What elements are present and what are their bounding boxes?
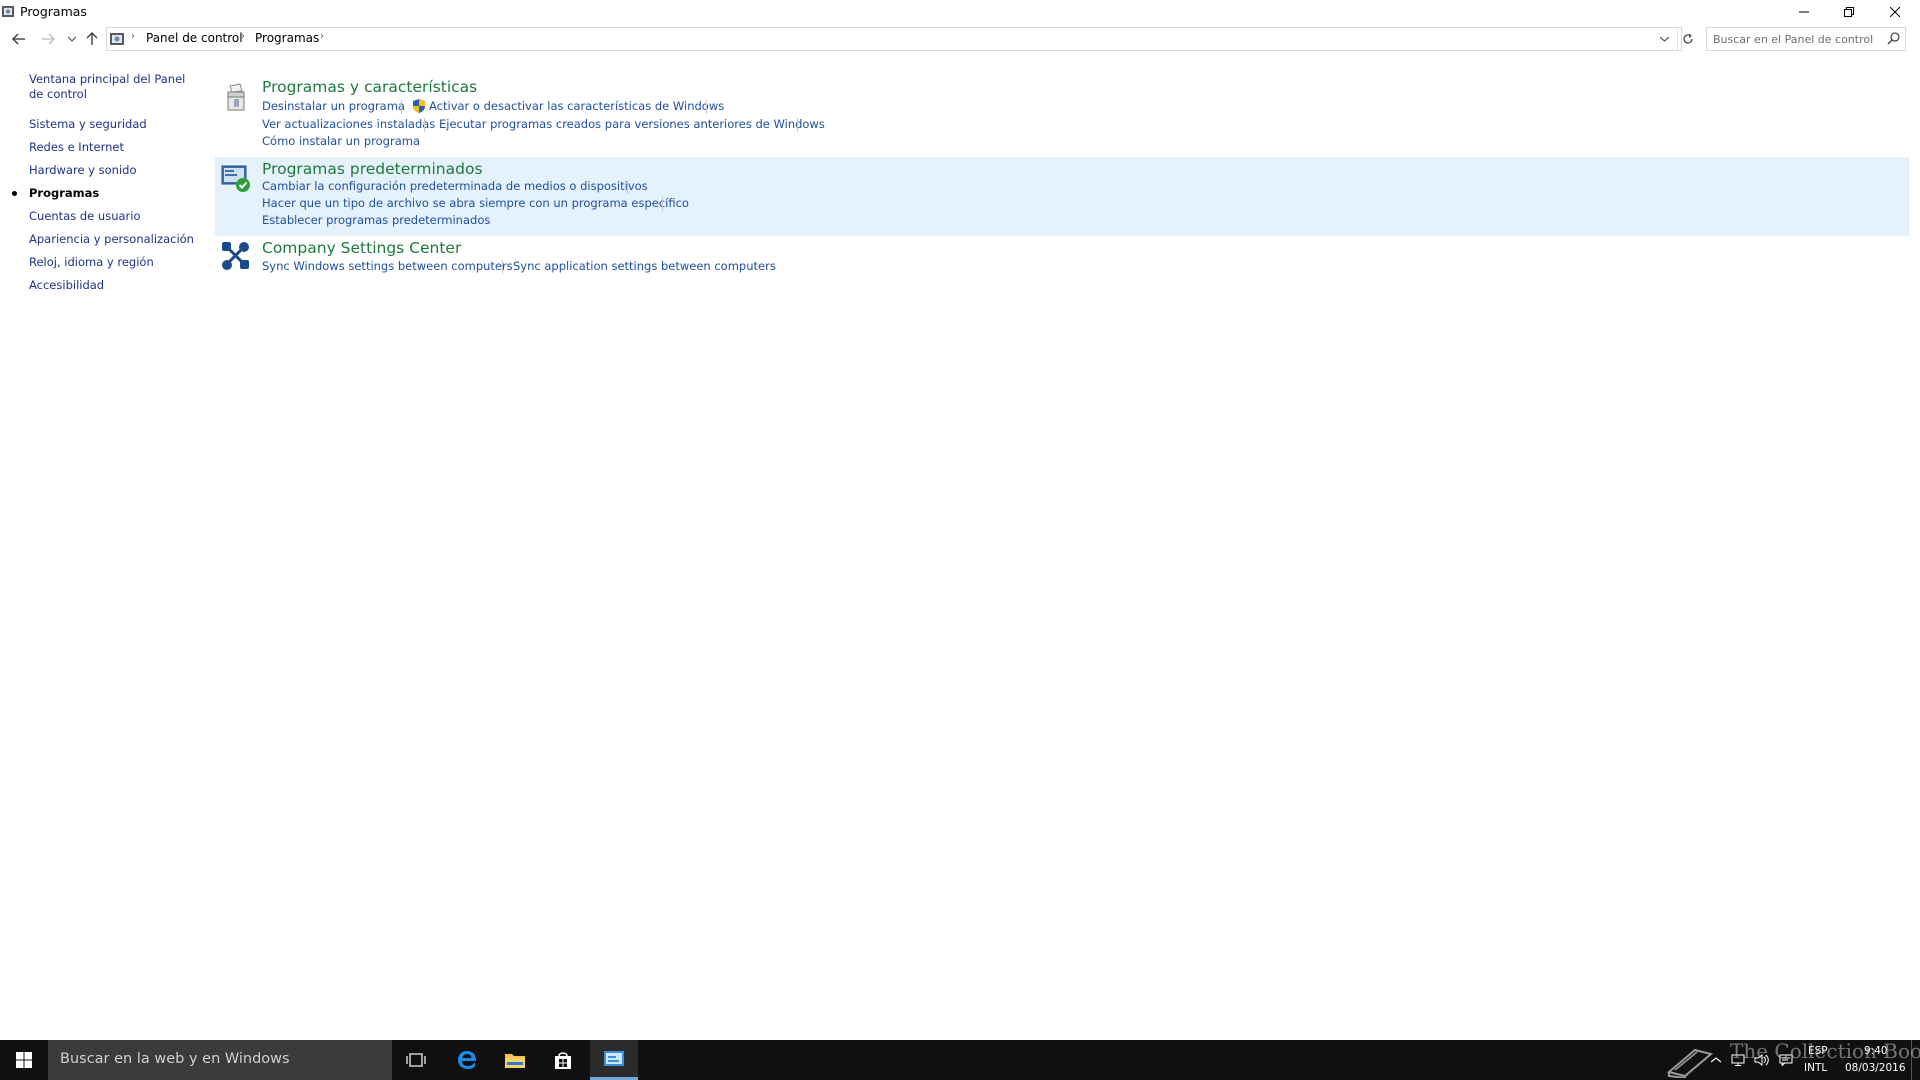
control-panel-taskbar-button[interactable] <box>590 1040 638 1080</box>
sidebar-item-apariencia[interactable]: Apariencia y personalización <box>29 232 194 247</box>
sidebar-item-hardware-y-sonido[interactable]: Hardware y sonido <box>29 163 137 178</box>
close-icon <box>1890 7 1900 17</box>
arrow-left-icon <box>12 33 25 45</box>
link-separator <box>502 260 503 274</box>
section-company-settings-center: Company Settings Center Sync Windows set… <box>215 239 1909 280</box>
default-programs-icon <box>221 165 250 192</box>
arrow-right-icon <box>42 33 55 45</box>
control-panel-icon <box>110 33 124 45</box>
navigation-bar: › Panel de control › Programas › <box>0 27 1920 51</box>
keyboard-layout[interactable]: INTL <box>1804 1062 1827 1074</box>
link-separator <box>797 118 798 132</box>
desinstalar-programa-link[interactable]: Desinstalar un programa <box>262 99 405 113</box>
arrow-up-icon <box>86 32 98 45</box>
programs-box-icon <box>227 83 245 111</box>
current-item-bullet-icon <box>12 191 17 196</box>
search-box[interactable] <box>1706 27 1906 51</box>
company-settings-icon <box>222 242 249 270</box>
sidebar-item-reloj-idioma-region[interactable]: Reloj, idioma y región <box>29 255 154 270</box>
link-separator <box>424 118 425 132</box>
sidebar-item-redes-e-internet[interactable]: Redes e Internet <box>29 140 124 155</box>
edge-browser-button[interactable] <box>443 1040 491 1080</box>
sidebar-item-programas[interactable]: Programas <box>29 186 99 201</box>
restore-button[interactable] <box>1826 0 1872 24</box>
watermark-text: The Collection Book <box>1730 1039 1920 1063</box>
chevron-down-icon <box>1659 36 1669 42</box>
link-separator <box>401 100 402 114</box>
restore-icon <box>1844 7 1854 17</box>
ver-actualizaciones-link[interactable]: Ver actualizaciones instaladas <box>262 117 435 131</box>
company-settings-center-title[interactable]: Company Settings Center <box>262 239 461 257</box>
uac-shield-icon <box>413 99 425 113</box>
window-title: Programas <box>20 4 87 19</box>
search-icon[interactable] <box>1887 31 1901 45</box>
start-button[interactable] <box>0 1040 48 1080</box>
address-history-button[interactable] <box>1657 31 1671 47</box>
task-view-icon <box>406 1053 426 1067</box>
control-panel-icon <box>604 1050 624 1066</box>
tipo-de-archivo-link[interactable]: Hacer que un tipo de archivo se abra sie… <box>262 196 689 210</box>
recent-locations-button[interactable] <box>62 29 82 49</box>
folder-icon <box>505 1054 525 1068</box>
search-input[interactable] <box>1711 30 1883 48</box>
minimize-icon <box>1799 11 1809 13</box>
sync-application-settings-link[interactable]: Sync application settings between comput… <box>513 259 776 273</box>
taskbar-search-text: Buscar en la web y en Windows <box>60 1051 290 1067</box>
windows-logo-icon <box>16 1052 32 1068</box>
breadcrumb-separator-icon[interactable]: › <box>320 31 324 42</box>
breadcrumb-separator-icon[interactable]: › <box>241 31 245 42</box>
forward-button[interactable] <box>38 29 58 49</box>
breadcrumb-panel-de-control[interactable]: Panel de control <box>146 31 243 45</box>
store-button[interactable] <box>539 1040 587 1080</box>
close-button[interactable] <box>1872 0 1918 24</box>
link-separator <box>662 197 663 211</box>
clock-date[interactable]: 08/03/2016 <box>1845 1062 1906 1074</box>
store-icon <box>555 1052 571 1069</box>
edge-icon <box>458 1051 477 1069</box>
chevron-down-icon <box>68 36 76 42</box>
refresh-icon <box>1683 33 1693 44</box>
programas-predeterminados-title[interactable]: Programas predeterminados <box>262 160 483 178</box>
link-separator <box>627 180 628 194</box>
link-separator <box>706 100 707 114</box>
address-bar[interactable]: › Panel de control › Programas › <box>106 27 1693 51</box>
file-explorer-button[interactable] <box>491 1040 539 1080</box>
sync-windows-settings-link[interactable]: Sync Windows settings between computers <box>262 259 513 273</box>
cambiar-configuracion-medios-link[interactable]: Cambiar la configuración predeterminada … <box>262 179 648 193</box>
task-view-button[interactable] <box>392 1040 440 1080</box>
minimize-button[interactable] <box>1781 0 1827 24</box>
activar-caracteristicas-windows-link[interactable]: Activar o desactivar las características… <box>429 99 724 113</box>
section-programas-y-caracteristicas: Programas y características Desinstalar … <box>215 76 1909 152</box>
section-programas-predeterminados: Programas predeterminados Cambiar la con… <box>215 157 1909 236</box>
como-instalar-link[interactable]: Cómo instalar un programa <box>262 134 420 148</box>
tray-overflow-button[interactable] <box>1706 1040 1726 1080</box>
ejecutar-programas-anteriores-link[interactable]: Ejecutar programas creados para versione… <box>439 117 825 131</box>
control-panel-icon <box>2 6 14 17</box>
breadcrumb-programas[interactable]: Programas <box>255 31 319 45</box>
title-bar: Programas <box>0 0 1920 24</box>
sidebar-item-accesibilidad[interactable]: Accesibilidad <box>29 278 104 293</box>
sidebar-item-home[interactable]: Ventana principal del Panel de control <box>29 72 199 102</box>
breadcrumb-separator-icon[interactable]: › <box>131 31 135 42</box>
taskbar: Buscar en la web y en Windows ESP INTL 9… <box>0 1040 1920 1080</box>
back-button[interactable] <box>9 29 29 49</box>
taskbar-search-box[interactable]: Buscar en la web y en Windows <box>48 1040 392 1080</box>
establecer-programas-link[interactable]: Establecer programas predeterminados <box>262 213 490 227</box>
programas-y-caracteristicas-title[interactable]: Programas y características <box>262 78 477 96</box>
chevron-up-icon <box>1711 1057 1721 1063</box>
sidebar-item-sistema-y-seguridad[interactable]: Sistema y seguridad <box>29 117 147 132</box>
refresh-button[interactable] <box>1677 28 1698 50</box>
sidebar-item-cuentas-de-usuario[interactable]: Cuentas de usuario <box>29 209 141 224</box>
up-button[interactable] <box>82 29 102 49</box>
